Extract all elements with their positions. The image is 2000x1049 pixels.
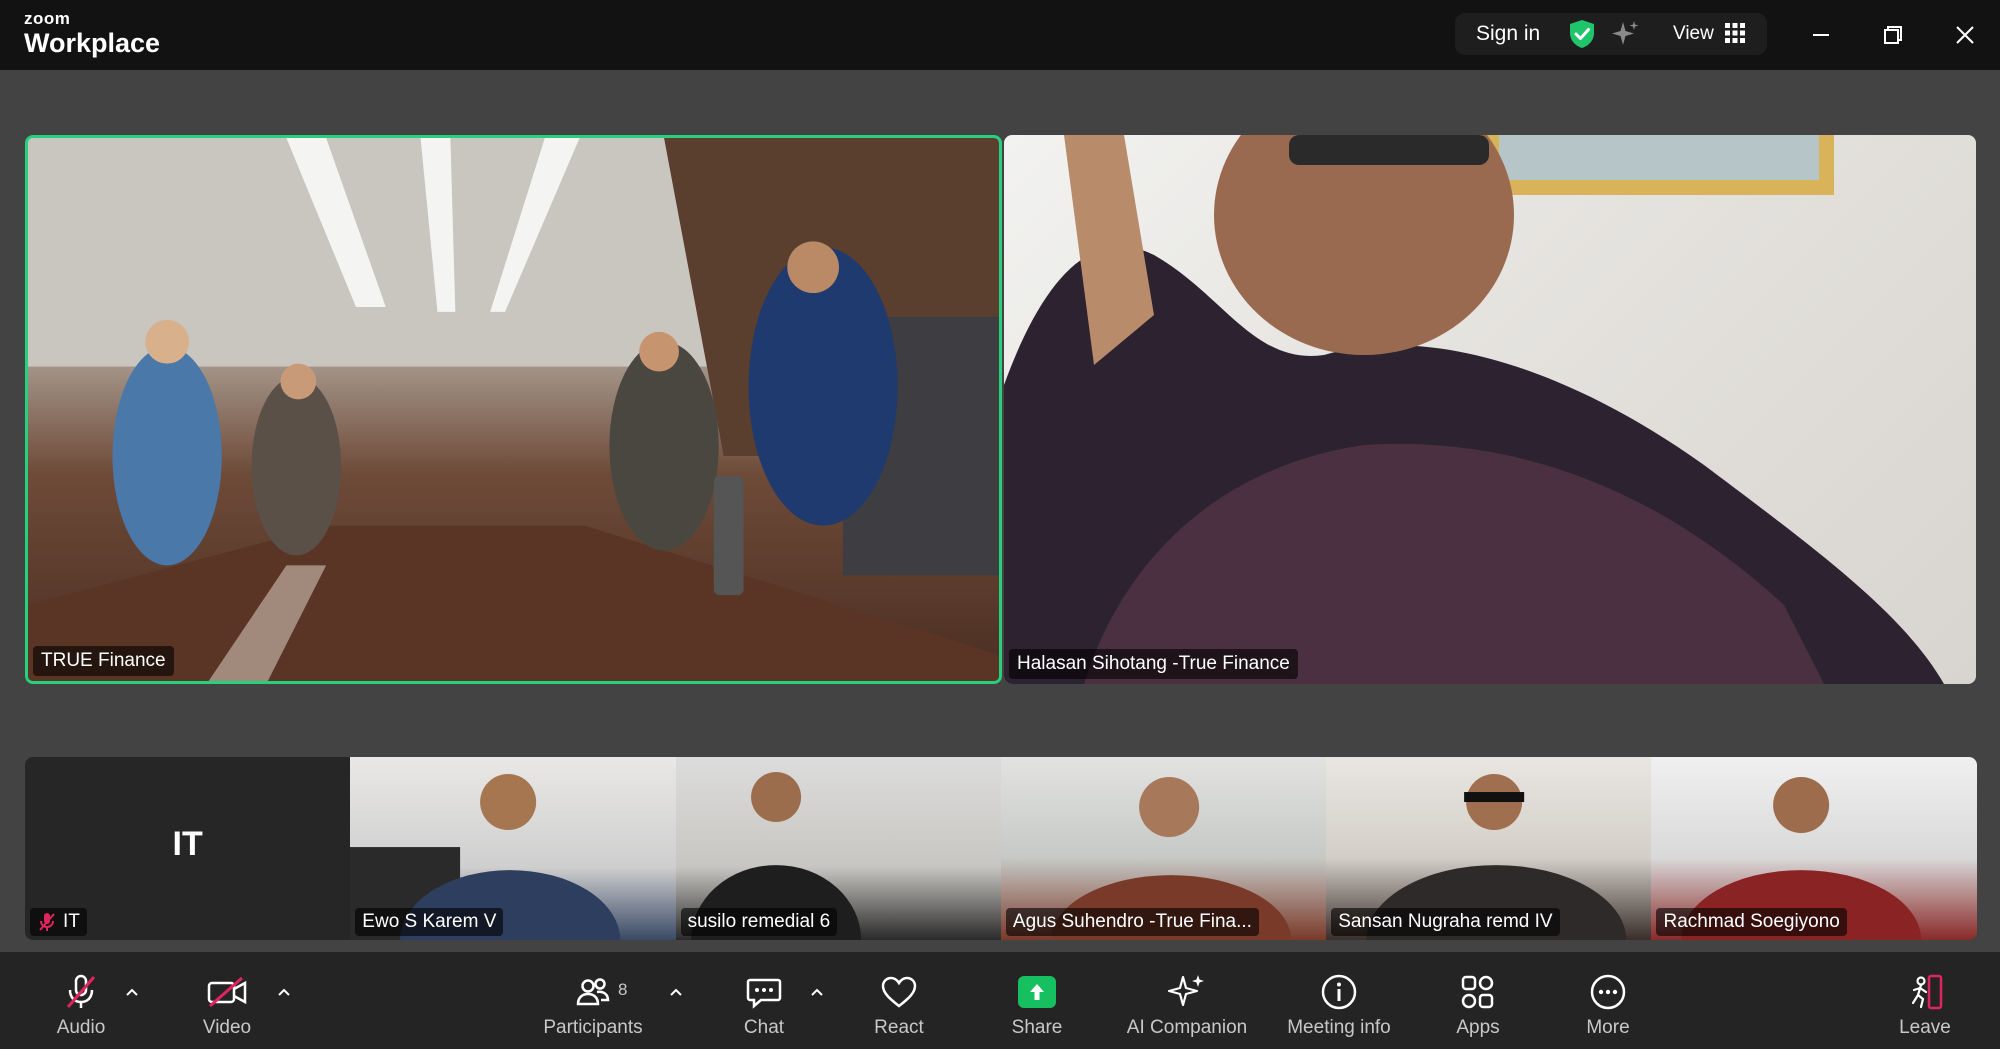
video-camera-off-icon — [207, 976, 247, 1008]
more-options-icon — [1590, 974, 1626, 1010]
participant-name: Sansan Nugraha remd IV — [1338, 911, 1553, 932]
participant-video — [1004, 135, 1944, 684]
participant-name-tag: Halasan Sihotang -True Finance — [1009, 649, 1298, 679]
participant-name-tag: IT — [30, 908, 87, 936]
more-button[interactable]: More — [1577, 952, 1639, 1049]
ai-companion-button[interactable]: AI Companion — [1122, 952, 1252, 1049]
participants-options-chevron-icon[interactable] — [666, 982, 686, 1002]
title-bar: zoom Workplace Sign in View — [0, 0, 2000, 70]
ai-companion-label: AI Companion — [1126, 1017, 1248, 1038]
participant-name-tag: Rachmad Soegiyono — [1656, 908, 1847, 936]
restore-window-icon[interactable] — [1876, 18, 1910, 52]
thumbnail-tile[interactable]: Agus Suhendro -True Fina... — [1000, 757, 1327, 940]
view-menu-button[interactable]: View — [1673, 20, 1714, 48]
logo-workplace-text: Workplace — [24, 28, 161, 58]
leave-door-icon — [1911, 974, 1943, 1010]
grid-view-icon[interactable] — [1724, 22, 1746, 44]
apps-icon — [1461, 975, 1494, 1009]
minimize-icon[interactable] — [1804, 18, 1838, 52]
participants-count: 8 — [618, 980, 628, 999]
participant-name: IT — [63, 911, 80, 932]
participants-label: Participants — [543, 1017, 643, 1038]
close-icon[interactable] — [1948, 18, 1982, 52]
thumbnail-tile[interactable]: IT IT — [25, 757, 351, 940]
meeting-toolbar: Audio Video Participants 8 Chat React Sh… — [0, 952, 2000, 1049]
thumbnail-tile[interactable]: susilo remedial 6 — [675, 757, 1001, 940]
participant-name-tag: TRUE Finance — [33, 646, 174, 676]
conference-room-video — [28, 138, 999, 681]
thumbnail-tile[interactable]: Ewo S Karem V — [350, 757, 676, 940]
chat-options-chevron-icon[interactable] — [807, 982, 827, 1002]
avatar-initials: IT — [172, 825, 203, 863]
share-label: Share — [1011, 1017, 1063, 1038]
participant-name-tag: Agus Suhendro -True Fina... — [1005, 908, 1259, 936]
meeting-info-button[interactable]: Meeting info — [1280, 952, 1398, 1049]
leave-button[interactable]: Leave — [1894, 952, 1956, 1049]
share-screen-icon — [1018, 976, 1056, 1008]
video-button[interactable]: Video — [196, 952, 258, 1049]
apps-button[interactable]: Apps — [1447, 952, 1509, 1049]
participant-name-tag: Sansan Nugraha remd IV — [1331, 908, 1560, 936]
react-label: React — [874, 1017, 924, 1038]
video-label: Video — [202, 1017, 252, 1038]
participant-thumbnail-strip: IT IT Ewo S Karem V susilo remedial 6 Ag… — [25, 757, 1977, 940]
more-label: More — [1586, 1017, 1630, 1038]
participant-name: susilo remedial 6 — [687, 911, 831, 932]
microphone-muted-icon — [66, 974, 96, 1008]
microphone-muted-icon — [39, 913, 55, 931]
participant-name-tag: Ewo S Karem V — [355, 908, 504, 936]
audio-label: Audio — [56, 1017, 106, 1038]
sign-in-button[interactable]: Sign in — [1476, 20, 1540, 48]
shield-check-icon[interactable] — [1568, 18, 1596, 50]
heart-icon — [881, 976, 917, 1008]
participant-name: Ewo S Karem V — [362, 911, 497, 932]
chat-button[interactable]: Chat — [733, 952, 795, 1049]
react-button[interactable]: React — [868, 952, 930, 1049]
video-tile-active-speaker[interactable]: TRUE Finance — [25, 135, 1002, 684]
participant-name: Agus Suhendro -True Fina... — [1012, 911, 1252, 932]
chat-bubble-icon — [746, 978, 782, 1009]
participants-icon — [576, 978, 610, 1006]
ai-sparkle-icon[interactable] — [1611, 19, 1641, 49]
video-tile[interactable]: Halasan Sihotang -True Finance — [1004, 135, 1976, 684]
audio-button[interactable]: Audio — [50, 952, 112, 1049]
share-button[interactable]: Share — [1006, 952, 1068, 1049]
video-options-chevron-icon[interactable] — [274, 982, 294, 1002]
thumbnail-tile[interactable]: Sansan Nugraha remd IV — [1326, 757, 1652, 940]
thumbnail-tile[interactable]: Rachmad Soegiyono — [1651, 757, 1977, 940]
meeting-info-label: Meeting info — [1287, 1017, 1391, 1038]
ai-companion-sparkle-icon — [1167, 975, 1204, 1007]
zoom-workplace-logo: zoom Workplace — [24, 9, 161, 59]
logo-zoom-text: zoom — [24, 9, 71, 28]
chat-label: Chat — [743, 1017, 785, 1038]
info-icon — [1321, 974, 1357, 1010]
participants-button[interactable]: Participants — [538, 952, 648, 1049]
participant-name: Rachmad Soegiyono — [1663, 911, 1840, 932]
audio-options-chevron-icon[interactable] — [122, 982, 142, 1002]
participant-name-tag: susilo remedial 6 — [680, 908, 838, 936]
leave-label: Leave — [1899, 1017, 1951, 1038]
apps-label: Apps — [1456, 1017, 1500, 1038]
